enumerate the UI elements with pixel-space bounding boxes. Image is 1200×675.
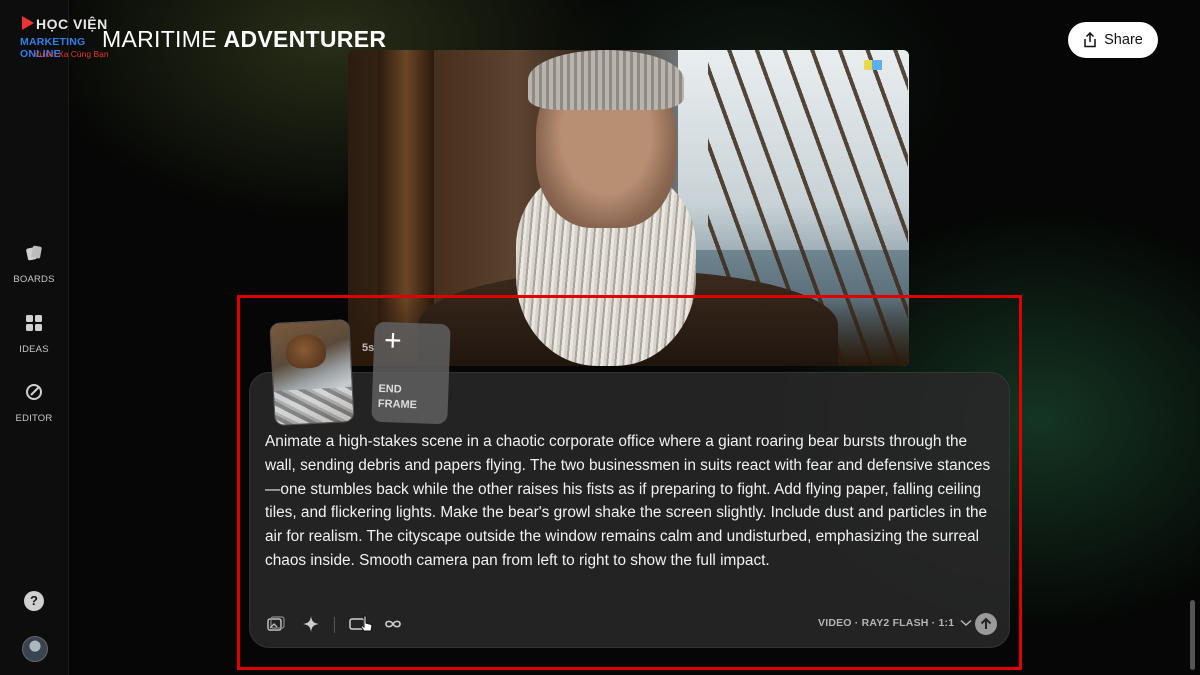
- video-status-icon: [864, 60, 890, 70]
- video-figure-hair: [528, 50, 684, 110]
- boards-icon: [26, 245, 42, 261]
- share-icon: [1084, 32, 1096, 48]
- scrollbar[interactable]: [1190, 600, 1195, 670]
- board-title-light: MARITIME: [102, 26, 224, 52]
- sidebar: BOARDS IDEAS EDITOR ?: [0, 0, 69, 675]
- sidebar-item-label: EDITOR: [15, 413, 53, 424]
- sidebar-item-label: IDEAS: [19, 344, 49, 355]
- annotation-highlight-box: [237, 295, 1022, 670]
- sidebar-item-boards[interactable]: BOARDS: [0, 243, 68, 287]
- sidebar-item-editor[interactable]: EDITOR: [0, 382, 68, 426]
- logo-line-1: HỌC VIỆN: [36, 16, 108, 32]
- share-button[interactable]: Share: [1068, 22, 1158, 58]
- share-label: Share: [1104, 32, 1143, 48]
- logo-line-3: Vươn Xa Cùng Bạn: [34, 49, 109, 59]
- sidebar-item-label: BOARDS: [13, 274, 55, 285]
- sidebar-item-ideas[interactable]: IDEAS: [0, 313, 68, 357]
- editor-icon: [26, 384, 42, 400]
- help-button[interactable]: ?: [24, 591, 44, 611]
- board-title: MARITIME ADVENTURER: [102, 26, 386, 53]
- avatar[interactable]: [22, 636, 48, 662]
- board-title-bold: ADVENTURER: [223, 26, 387, 52]
- logo-mark-icon: [22, 16, 34, 30]
- ideas-icon: [26, 315, 42, 331]
